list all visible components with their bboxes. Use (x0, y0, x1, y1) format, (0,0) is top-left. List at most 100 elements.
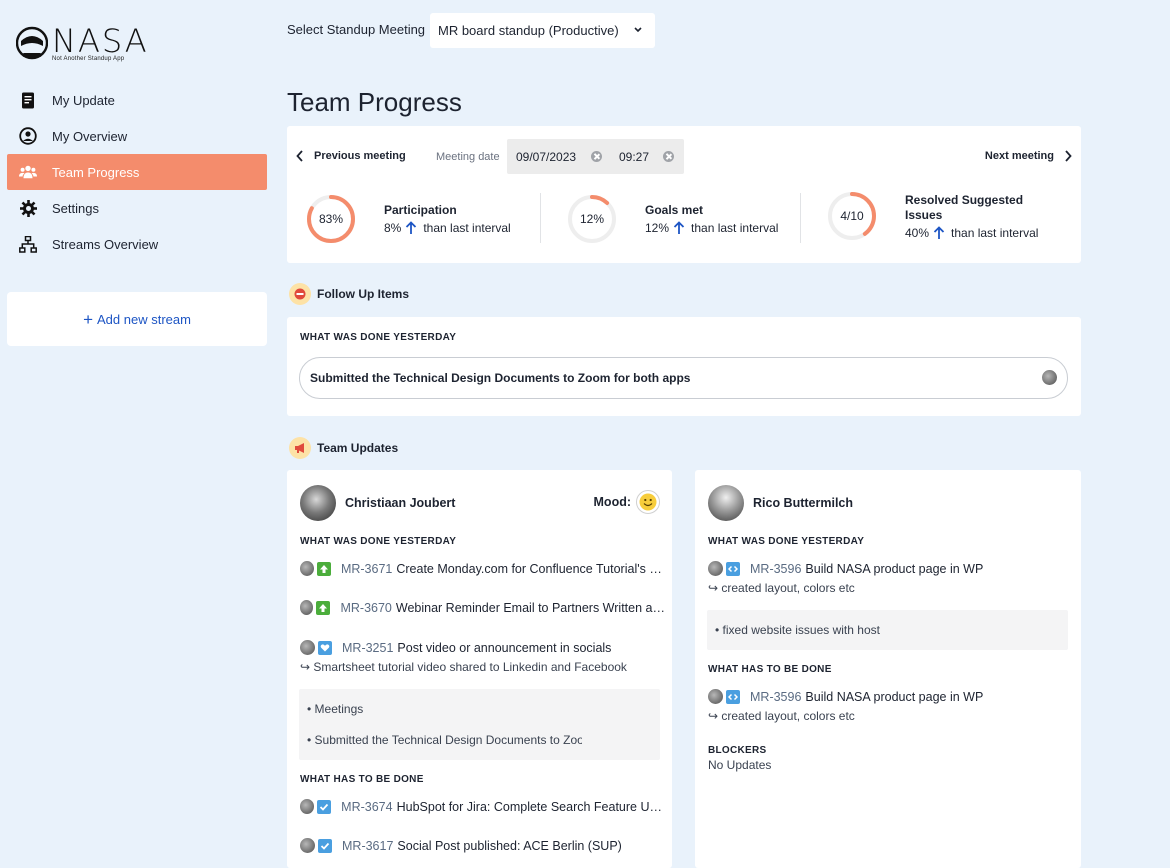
arrow-up-icon (933, 225, 945, 239)
issue-item[interactable]: MR-3671 Create Monday.com for Confluence… (300, 561, 665, 576)
issue-note: ↪ Smartsheet tutorial video shared to Li… (300, 660, 627, 674)
clear-time-icon[interactable] (663, 151, 674, 162)
chevron-down-icon (634, 27, 642, 33)
participation-delta: 8% (384, 221, 402, 235)
resolved-issues-value: 4/10 (840, 209, 864, 223)
arrow-up-icon (406, 221, 417, 234)
meeting-date-field[interactable]: 09/07/2023 (516, 150, 576, 164)
plus-icon: + (83, 309, 93, 329)
issue-key: MR-3671 (340, 561, 393, 576)
clear-date-icon[interactable] (591, 151, 602, 162)
todo-caption: WHAT HAS TO BE DONE (300, 774, 424, 785)
sidebar-item-label: Team Progress (52, 164, 140, 180)
resolved-issues-delta-text: than last interval (951, 225, 1039, 240)
avatar (300, 838, 315, 853)
meeting-time-field[interactable]: 09:27 (619, 150, 649, 164)
sidebar-item-team-progress[interactable]: Team Progress (7, 154, 267, 190)
issue-key: MR-3251 (342, 640, 394, 655)
issue-item[interactable]: MR-3617 Social Post published: ACE Berli… (300, 838, 665, 853)
metric-goals-met: 12% Goals met 12% than last interval (567, 193, 778, 245)
notes-box: • fixed website issues with host (707, 610, 1068, 650)
goals-met-delta: 12% (645, 221, 670, 235)
meeting-select-value: MR board standup (Productive) (438, 23, 619, 38)
team-updates-heading: Team Updates (289, 437, 398, 459)
issue-note-text: created layout, colors etc (721, 709, 855, 723)
task-check-icon (317, 799, 332, 814)
user-circle-icon (19, 127, 37, 145)
blockers-caption: BLOCKERS (708, 745, 767, 756)
avatar (300, 561, 314, 576)
meeting-select-label: Select Standup Meeting (287, 22, 426, 37)
issue-item[interactable]: MR-3251 Post video or announcement in so… (300, 640, 665, 655)
sidebar-item-label: Streams Overview (52, 236, 159, 252)
yesterday-caption: WHAT WAS DONE YESTERDAY (300, 536, 457, 547)
follow-up-item[interactable]: Submitted the Technical Design Documents… (299, 357, 1068, 399)
issue-title: Social Post published: ACE Berlin (SUP) (397, 838, 622, 853)
megaphone-icon (289, 437, 311, 459)
issue-item[interactable]: MR-3674 HubSpot for Jira: Complete Searc… (300, 799, 665, 814)
next-meeting-label: Next meeting (984, 150, 1054, 162)
task-check-icon (318, 838, 332, 853)
note-item: • fixed website issues with host (715, 623, 880, 637)
team-updates-title: Team Updates (317, 441, 399, 455)
sidebar-item-my-update[interactable]: My Update (7, 82, 267, 118)
resolved-issues-title: Resolved Suggested Issues (905, 192, 1024, 222)
issue-title: Webinar Reminder Email to Partners Writt… (395, 600, 665, 615)
hierarchy-icon (19, 235, 37, 253)
avatar (300, 485, 336, 521)
avatar (300, 600, 314, 615)
gear-icon (19, 199, 37, 217)
story-icon (316, 561, 331, 576)
avatar (708, 485, 744, 521)
issue-title: Create Monday.com for Confluence Tutoria… (396, 561, 665, 576)
stop-icon (289, 283, 311, 305)
issue-title: Post video or announcement in socials (397, 640, 612, 655)
issue-note: ↪ created layout, colors etc (708, 581, 855, 595)
arrow-up-icon (673, 221, 685, 234)
users-icon (19, 163, 37, 181)
note-item: • Submitted the Technical Design Documen… (307, 733, 582, 747)
add-stream-label: Add new stream (97, 311, 191, 327)
yesterday-caption: WHAT WAS DONE YESTERDAY (708, 536, 865, 547)
participation-value: 83% (318, 212, 344, 226)
app-logo[interactable]: NASA Not Another Standup App (16, 25, 149, 62)
issue-item[interactable]: MR-3596 Build NASA product page in WP (708, 689, 1073, 704)
goals-met-delta-text: than last interval (691, 221, 779, 235)
issue-title: Build NASA product page in WP (805, 689, 984, 704)
avatar (300, 799, 315, 814)
note-text: fixed website issues with host (722, 623, 880, 637)
avatar (708, 689, 723, 704)
divider (800, 193, 801, 243)
issue-item[interactable]: MR-3670 Webinar Reminder Email to Partne… (300, 600, 665, 615)
issue-key: MR-3596 (750, 689, 802, 704)
issue-note-text: Smartsheet tutorial video shared to Link… (313, 660, 627, 674)
goals-met-ring: 12% (567, 194, 617, 244)
meeting-date-picker: 09/07/2023 09:27 (507, 139, 684, 174)
avatar (300, 640, 315, 655)
avatar (1042, 370, 1057, 385)
member-name: Christiaan Joubert (345, 496, 456, 510)
add-stream-button[interactable]: + Add new stream (7, 292, 267, 346)
sidebar-item-streams-overview[interactable]: Streams Overview (7, 226, 267, 262)
follow-up-card: WHAT WAS DONE YESTERDAY Submitted the Te… (287, 317, 1081, 416)
issue-key: MR-3674 (341, 799, 393, 814)
note-text: Submitted the Technical Design Documents… (314, 733, 582, 747)
sidebar-item-label: My Update (52, 92, 115, 108)
astronaut-helmet-icon (16, 26, 48, 60)
page-title: Team Progress (287, 87, 462, 117)
previous-meeting-button[interactable]: Previous meeting (296, 150, 406, 162)
issue-note-text: created layout, colors etc (721, 581, 855, 595)
sidebar-item-my-overview[interactable]: My Overview (7, 118, 267, 154)
mood-label: Mood: (593, 495, 631, 509)
issue-item[interactable]: MR-3596 Build NASA product page in WP (708, 561, 1073, 576)
story-icon (316, 600, 331, 615)
sidebar-item-settings[interactable]: Settings (7, 190, 267, 226)
follow-up-caption: WHAT WAS DONE YESTERDAY (300, 332, 457, 343)
code-icon (726, 561, 740, 576)
next-meeting-button[interactable]: Next meeting (985, 150, 1072, 162)
notes-box: • Meetings • Submitted the Technical Des… (299, 689, 660, 760)
code-icon (726, 689, 740, 704)
issue-title: Build NASA product page in WP (805, 561, 984, 576)
follow-up-heading: Follow Up Items (289, 283, 409, 305)
meeting-select[interactable]: MR board standup (Productive) (430, 13, 655, 48)
